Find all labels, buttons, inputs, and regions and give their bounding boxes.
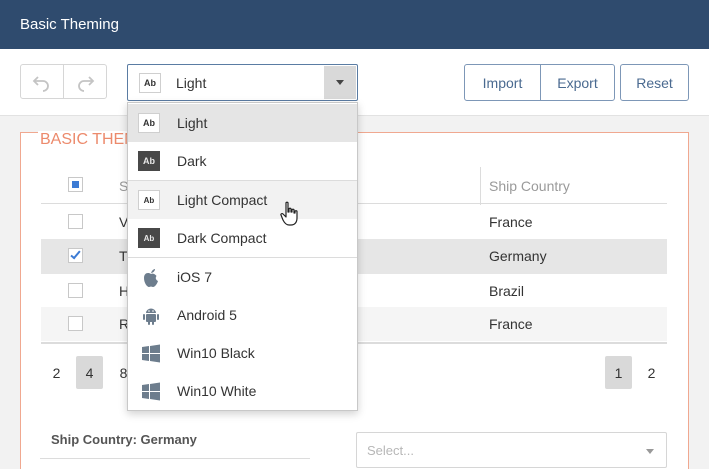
theme-select[interactable]: Ab Light xyxy=(127,64,358,101)
apple-icon xyxy=(144,269,158,287)
pager-item[interactable]: 2 xyxy=(638,356,665,389)
theme-swatch-icon: Ab xyxy=(139,73,161,93)
row-cell-ship-country: France xyxy=(489,316,533,332)
row-cell-ship-country: Brazil xyxy=(489,283,525,299)
light-theme-swatch-icon: Ab xyxy=(138,113,160,133)
windows-icon xyxy=(142,382,160,401)
light-compact-swatch-icon: Ab xyxy=(138,190,160,210)
theme-select-value: Light xyxy=(176,75,207,91)
row-checkbox[interactable] xyxy=(68,283,83,298)
menu-item-label: iOS 7 xyxy=(177,269,213,285)
theme-dropdown-menu: Ab Light Ab Dark Ab Light Compact Ab Dar… xyxy=(127,102,358,411)
menu-item-light-compact[interactable]: Ab Light Compact xyxy=(128,181,357,219)
undo-redo-group xyxy=(20,64,107,99)
pager-item[interactable]: 2 xyxy=(43,356,70,389)
import-export-group: Import Export xyxy=(464,64,615,101)
dark-compact-swatch-icon: Ab xyxy=(138,228,160,248)
group-select-placeholder: Select... xyxy=(367,443,414,458)
menu-item-win10-white[interactable]: Win10 White xyxy=(128,372,357,410)
menu-item-label: Win10 Black xyxy=(177,345,255,361)
reset-button[interactable]: Reset xyxy=(620,64,689,101)
group-select[interactable]: Select... xyxy=(356,432,667,468)
menu-item-label: Android 5 xyxy=(177,307,237,323)
indeterminate-mark-icon xyxy=(72,181,79,188)
menu-item-light[interactable]: Ab Light xyxy=(128,104,357,142)
row-checkbox[interactable] xyxy=(68,316,83,331)
row-cell-ship-country: Germany xyxy=(489,248,547,264)
redo-arrow-icon xyxy=(78,75,95,92)
theme-select-toggle[interactable] xyxy=(324,66,356,99)
menu-item-label: Dark Compact xyxy=(177,230,267,246)
page-title: Basic Theming xyxy=(20,16,119,33)
column-header-ship-country[interactable]: Ship Country xyxy=(489,178,570,194)
import-button[interactable]: Import xyxy=(465,65,541,100)
pager-item-active[interactable]: 4 xyxy=(76,356,103,389)
app-header: Basic Theming xyxy=(0,0,709,49)
menu-item-android5[interactable]: Android 5 xyxy=(128,296,357,334)
windows-icon xyxy=(142,344,160,363)
checkmark-icon xyxy=(70,248,81,260)
export-button[interactable]: Export xyxy=(541,65,614,100)
pager-item-active[interactable]: 1 xyxy=(605,356,632,389)
menu-item-dark-compact[interactable]: Ab Dark Compact xyxy=(128,219,357,257)
dark-theme-swatch-icon: Ab xyxy=(138,151,160,171)
row-checkbox[interactable] xyxy=(68,214,83,229)
menu-item-label: Dark xyxy=(177,153,207,169)
undo-button[interactable] xyxy=(21,65,64,98)
menu-item-dark[interactable]: Ab Dark xyxy=(128,142,357,180)
menu-item-win10-black[interactable]: Win10 Black xyxy=(128,334,357,372)
redo-button[interactable] xyxy=(64,65,106,98)
undo-arrow-icon xyxy=(32,75,49,92)
group-header-label: Ship Country: Germany xyxy=(51,432,197,447)
menu-item-label: Light Compact xyxy=(177,192,268,208)
select-all-checkbox[interactable] xyxy=(68,177,83,192)
panel-legend: BASIC THEM xyxy=(38,131,140,149)
menu-item-label: Light xyxy=(177,115,208,131)
row-checkbox[interactable] xyxy=(68,248,83,263)
row-cell-ship-country: France xyxy=(489,214,533,230)
chevron-down-icon xyxy=(336,80,344,85)
chevron-down-icon xyxy=(646,449,654,454)
group-divider xyxy=(40,458,310,459)
hand-pointer-cursor-icon xyxy=(280,201,298,226)
android-icon xyxy=(143,308,159,325)
menu-item-label: Win10 White xyxy=(177,383,257,399)
menu-item-ios7[interactable]: iOS 7 xyxy=(128,258,357,296)
